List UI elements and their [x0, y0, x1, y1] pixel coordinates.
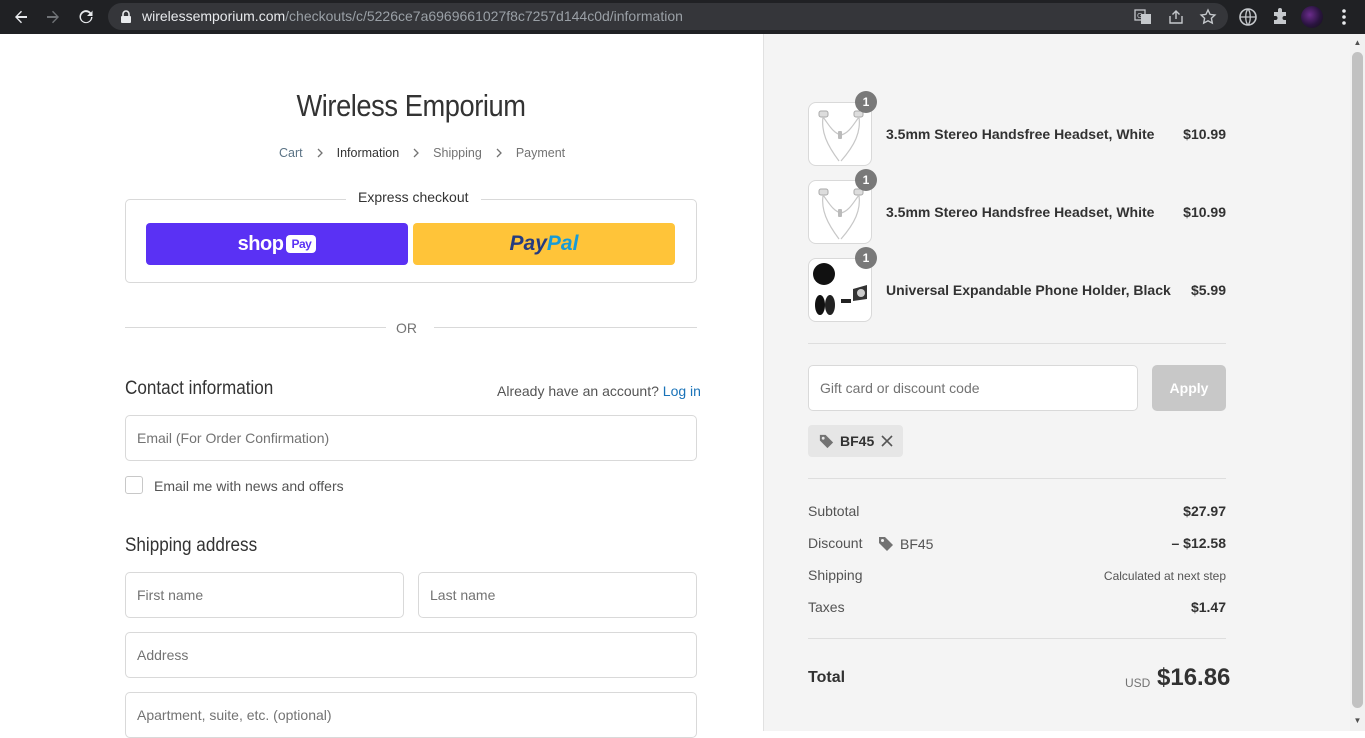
back-icon[interactable]: [5, 1, 37, 33]
profile-avatar[interactable]: [1301, 6, 1323, 28]
cart-item: 1 3.5mm Stereo Handsfree Headset, White …: [808, 91, 1226, 166]
globe-extension-icon[interactable]: [1238, 7, 1258, 27]
paypal-wordmark-pal: Pal: [546, 232, 579, 255]
newsletter-checkbox[interactable]: [125, 476, 143, 494]
translate-icon[interactable]: G: [1134, 8, 1152, 26]
apply-discount-button[interactable]: Apply: [1152, 365, 1226, 411]
bookmark-star-icon[interactable]: [1199, 8, 1217, 26]
cart-item: 1 Universal Expandable Phone Holder, Bla…: [808, 247, 1226, 322]
shop-pay-wordmark: shop: [237, 232, 284, 255]
address-input[interactable]: [126, 633, 696, 677]
product-name: Universal Expandable Phone Holder, Black: [886, 282, 1171, 298]
summary-divider: [808, 343, 1226, 344]
last-name-field[interactable]: [418, 572, 697, 618]
paypal-wordmark-pay: Pay: [509, 232, 547, 255]
discount-code-chip: BF45: [877, 535, 933, 553]
shipping-label: Shipping: [808, 567, 863, 583]
last-name-input[interactable]: [419, 573, 696, 617]
quantity-badge: 1: [855, 169, 877, 191]
total-label: Total: [808, 669, 846, 686]
apartment-input[interactable]: [126, 693, 696, 737]
subtotal-row: Subtotal $27.97: [808, 503, 1226, 519]
discount-label: Discount: [808, 535, 863, 551]
breadcrumb-payment: Payment: [515, 146, 566, 160]
shop-title[interactable]: Wireless Emporium: [49, 88, 772, 124]
menu-kebab-icon[interactable]: [1336, 7, 1352, 27]
have-account-text: Already have an account? Log in: [497, 383, 701, 399]
scroll-down-arrow-icon[interactable]: ▼: [1352, 716, 1363, 726]
discount-value: – $12.58: [1171, 535, 1227, 551]
chevron-right-icon: [317, 148, 323, 158]
breadcrumb-information: Information: [336, 146, 400, 160]
quantity-badge: 1: [855, 247, 877, 269]
discount-code-input[interactable]: [809, 366, 1137, 410]
lock-icon: [121, 10, 131, 23]
url-text: wirelessemporium.com/checkouts/c/5226ce7…: [142, 8, 683, 24]
applied-discount-tag: BF45: [808, 425, 903, 457]
forward-icon[interactable]: [37, 1, 69, 33]
share-icon[interactable]: [1167, 8, 1185, 26]
svg-text:G: G: [1137, 12, 1142, 20]
contact-information-heading: Contact information: [125, 378, 274, 399]
address-field[interactable]: [125, 632, 697, 678]
summary-divider: [808, 478, 1226, 479]
address-bar[interactable]: wirelessemporium.com/checkouts/c/5226ce7…: [108, 3, 1228, 30]
or-divider-right: [434, 327, 697, 328]
quantity-badge: 1: [855, 91, 877, 113]
apartment-field[interactable]: [125, 692, 697, 738]
subtotal-label: Subtotal: [808, 503, 860, 519]
taxes-value: $1.47: [1190, 599, 1226, 615]
scrollbar-thumb[interactable]: [1352, 52, 1363, 708]
first-name-input[interactable]: [126, 573, 403, 617]
breadcrumb: Cart Information Shipping Payment: [279, 146, 565, 160]
express-checkout-label: Express checkout: [346, 189, 481, 205]
tag-icon: [879, 537, 893, 551]
reload-icon[interactable]: [70, 1, 102, 33]
chevron-right-icon: [496, 148, 502, 158]
shop-pay-button[interactable]: shop Pay: [146, 223, 408, 265]
newsletter-label[interactable]: Email me with news and offers: [154, 478, 344, 494]
email-input[interactable]: [126, 416, 696, 460]
shop-pay-badge: Pay: [286, 235, 317, 253]
cart-item: 1 3.5mm Stereo Handsfree Headset, White …: [808, 169, 1226, 244]
product-name: 3.5mm Stereo Handsfree Headset, White: [886, 126, 1155, 142]
shipping-address-heading: Shipping address: [125, 535, 258, 556]
or-separator: OR: [396, 320, 417, 336]
breadcrumb-cart[interactable]: Cart: [279, 146, 303, 160]
email-field[interactable]: [125, 415, 697, 461]
discount-row: Discount BF45 – $12.58: [808, 535, 1227, 553]
product-price: $10.99: [1183, 204, 1226, 220]
shipping-value: Calculated at next step: [1103, 569, 1226, 583]
applied-discount-code: BF45: [840, 433, 875, 449]
total-currency: USD: [1125, 676, 1151, 690]
browser-toolbar: wirelessemporium.com/checkouts/c/5226ce7…: [0, 0, 1365, 34]
discount-code-field[interactable]: [808, 365, 1138, 411]
remove-discount-icon[interactable]: [880, 434, 894, 448]
checkout-main: Wireless Emporium Cart Information Shipp…: [0, 34, 763, 738]
first-name-field[interactable]: [125, 572, 404, 618]
taxes-row: Taxes $1.47: [808, 599, 1226, 615]
summary-divider: [808, 638, 1226, 639]
total-amount: $16.86: [1157, 664, 1231, 691]
subtotal-value: $27.97: [1183, 503, 1226, 519]
scroll-up-arrow-icon[interactable]: ▲: [1352, 38, 1363, 48]
taxes-label: Taxes: [808, 599, 845, 615]
product-price: $5.99: [1190, 282, 1226, 298]
product-price: $10.99: [1183, 126, 1226, 142]
product-name: 3.5mm Stereo Handsfree Headset, White: [886, 204, 1155, 220]
tag-icon: [819, 434, 834, 448]
extensions-puzzle-icon[interactable]: [1270, 7, 1290, 27]
breadcrumb-shipping: Shipping: [433, 146, 482, 160]
login-link[interactable]: Log in: [663, 383, 701, 399]
paypal-button[interactable]: Pay Pal: [413, 223, 675, 265]
chevron-right-icon: [413, 148, 420, 158]
or-divider-left: [125, 327, 386, 328]
shipping-row: Shipping Calculated at next step: [808, 567, 1226, 583]
